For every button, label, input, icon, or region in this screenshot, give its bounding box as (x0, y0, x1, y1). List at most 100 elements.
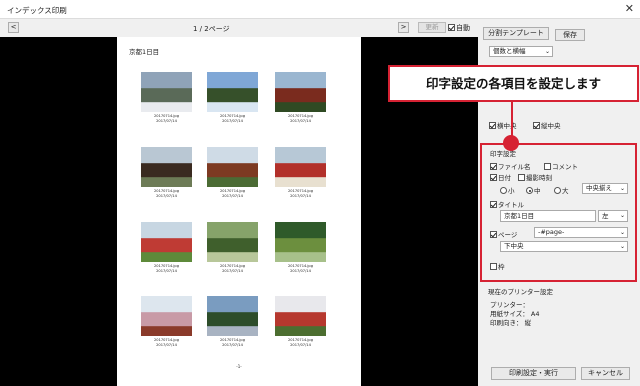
page-number: -1- (236, 364, 242, 369)
page-pos-value: 下中央 (504, 242, 524, 250)
page-label: ページ (498, 231, 518, 239)
comment-checkbox[interactable]: コメント (544, 161, 578, 171)
orientation-label: 印刷向き： (490, 319, 523, 327)
annotation-callout: 印字設定の各項目を設定します (388, 65, 639, 102)
align-select-value: 中央揃え (586, 184, 612, 192)
thumbnail-image (275, 147, 326, 187)
title-bar: インデックス印刷 ✕ (0, 0, 640, 19)
check-icon (490, 231, 497, 238)
check-icon (490, 263, 497, 270)
shoot-time-checkbox[interactable]: 撮影時刻 (518, 172, 552, 182)
preview-toolbar: < 1 / 2ページ > 更新 自動 (0, 19, 478, 37)
thumbnail-caption: 20170714.jpg 2017/07/14 (207, 338, 258, 347)
check-icon (544, 163, 551, 170)
page-position-select[interactable]: 下中央 ⌄ (500, 241, 628, 252)
thumbnail-caption: 20170714.jpg 2017/07/14 (141, 114, 192, 123)
check-icon (533, 122, 540, 129)
thumbnail-image (275, 72, 326, 112)
size-large-radio[interactable]: 大 (554, 185, 569, 195)
radio-icon (526, 187, 533, 194)
page-title: 京都1日目 (129, 48, 160, 56)
thumbnail-date: 2017/07/14 (156, 268, 177, 273)
title-label: タイトル (498, 201, 524, 209)
page-format-value: -#page- (538, 228, 565, 236)
v-center-checkbox[interactable]: 縦中央 (533, 120, 561, 130)
thumbnail-image (275, 296, 326, 336)
thumbnail-date: 2017/07/14 (222, 118, 243, 123)
update-button[interactable]: 更新 (418, 22, 446, 33)
orientation-value: 縦 (524, 319, 532, 327)
comment-label: コメント (552, 163, 578, 171)
check-icon (490, 201, 497, 208)
print-execute-button[interactable]: 印刷設定・実行 (491, 367, 576, 380)
radio-icon (554, 187, 561, 194)
callout-pointer-line (511, 102, 513, 139)
cancel-button[interactable]: キャンセル (581, 367, 630, 380)
chevron-down-icon: ⌄ (619, 185, 625, 192)
layout-select-value: 個数と横幅 (493, 47, 526, 55)
align-select[interactable]: 中央揃え ⌄ (582, 183, 628, 194)
auto-check-icon (448, 24, 455, 31)
title-checkbox[interactable]: タイトル (490, 199, 524, 209)
thumbnail-image (141, 147, 192, 187)
thumbnail-date: 2017/07/14 (222, 193, 243, 198)
filename-label: ファイル名 (498, 163, 531, 171)
thumbnail-image (207, 296, 258, 336)
title-input[interactable]: 京都1日目 (500, 210, 596, 222)
v-center-label: 縦中央 (541, 122, 561, 130)
chevron-down-icon: ⌄ (619, 212, 625, 219)
h-center-label: 横中央 (497, 122, 517, 130)
thumbnail-caption: 20170714.jpg 2017/07/14 (141, 338, 192, 347)
date-label: 日付 (498, 174, 511, 182)
frame-checkbox[interactable]: 枠 (490, 261, 505, 271)
thumbnail-caption: 20170714.jpg 2017/07/14 (275, 338, 326, 347)
next-page-button[interactable]: > (398, 22, 409, 33)
prev-page-button[interactable]: < (8, 22, 19, 33)
thumbnail-date: 2017/07/14 (222, 268, 243, 273)
title-pos-value: 左 (602, 212, 609, 220)
page-checkbox[interactable]: ページ (490, 229, 517, 239)
thumbnail-image (207, 147, 258, 187)
thumbnail-caption: 20170714.jpg 2017/07/14 (141, 264, 192, 273)
size-small-label: 小 (508, 187, 515, 195)
thumbnail-image (207, 72, 258, 112)
thumbnail-image (141, 222, 192, 262)
print-settings-group: 印字設定 ファイル名 コメント 日付 撮影時刻 小 中 大 中央揃え ⌄ タイトル… (480, 143, 637, 282)
size-mid-radio[interactable]: 中 (526, 185, 541, 195)
thumbnail-caption: 20170714.jpg 2017/07/14 (141, 189, 192, 198)
thumbnail-date: 2017/07/14 (156, 342, 177, 347)
check-icon (490, 163, 497, 170)
thumbnail-caption: 20170714.jpg 2017/07/14 (207, 114, 258, 123)
layout-select[interactable]: 個数と横幅 ⌄ (489, 46, 553, 57)
save-button[interactable]: 保存 (555, 29, 585, 41)
thumbnail-image (141, 296, 192, 336)
window-title: インデックス印刷 (7, 6, 67, 15)
size-large-label: 大 (562, 187, 569, 195)
page-format-select[interactable]: -#page- ⌄ (534, 227, 628, 238)
callout-pointer-dot (503, 135, 519, 151)
chevron-down-icon: ⌄ (619, 229, 625, 236)
title-position-select[interactable]: 左 ⌄ (598, 210, 628, 222)
shoot-time-label: 撮影時刻 (526, 174, 552, 182)
filename-checkbox[interactable]: ファイル名 (490, 161, 531, 171)
printer-settings-header: 現在のプリンター設定 (488, 288, 553, 296)
thumbnail-caption: 20170714.jpg 2017/07/14 (275, 114, 326, 123)
split-template-button[interactable]: 分割テンプレート (483, 27, 549, 40)
close-icon[interactable]: ✕ (625, 2, 634, 15)
date-checkbox[interactable]: 日付 (490, 172, 511, 182)
thumbnail-caption: 20170714.jpg 2017/07/14 (207, 264, 258, 273)
thumbnail-date: 2017/07/14 (290, 193, 311, 198)
thumbnail-date: 2017/07/14 (156, 118, 177, 123)
size-small-radio[interactable]: 小 (500, 185, 515, 195)
auto-checkbox[interactable]: 自動 (448, 23, 470, 33)
thumbnail-caption: 20170714.jpg 2017/07/14 (275, 189, 326, 198)
thumbnail-caption: 20170714.jpg 2017/07/14 (275, 264, 326, 273)
thumbnail-date: 2017/07/14 (290, 342, 311, 347)
thumbnail-date: 2017/07/14 (290, 268, 311, 273)
thumbnail-image (275, 222, 326, 262)
auto-label: 自動 (456, 24, 470, 32)
radio-icon (500, 187, 507, 194)
paper-size-value: A4 (530, 310, 540, 318)
thumbnail-date: 2017/07/14 (222, 342, 243, 347)
check-icon (518, 174, 525, 181)
